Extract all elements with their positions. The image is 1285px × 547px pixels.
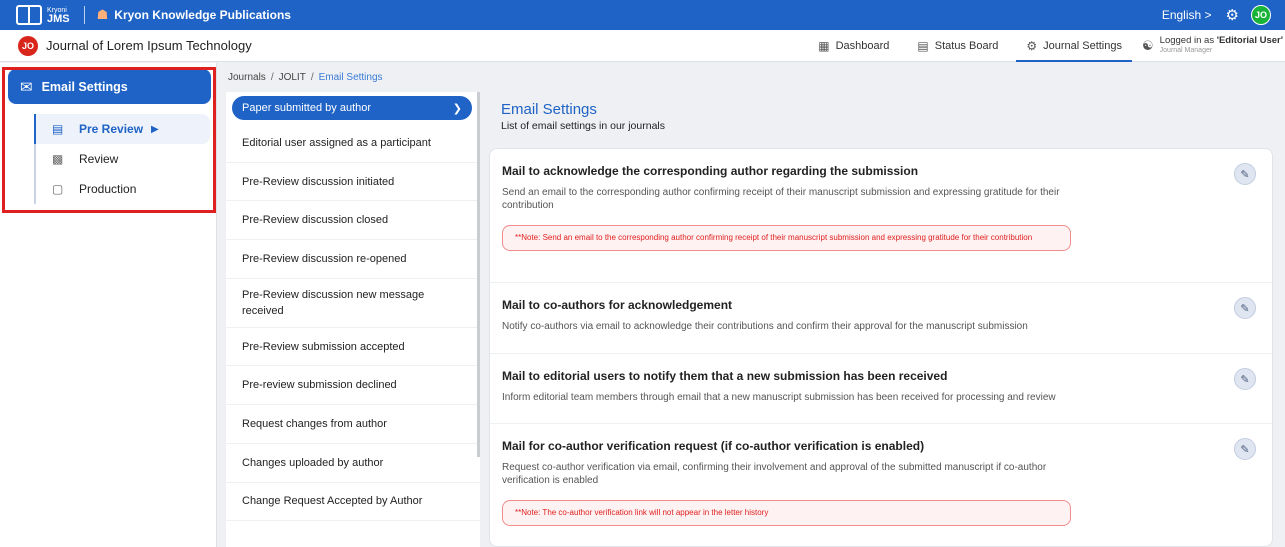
email-card: Mail to acknowledge the corresponding au… — [490, 149, 1272, 283]
top-bar: Kryoni JMS ☗ Kryon Knowledge Publication… — [0, 0, 1285, 30]
email-card: Mail to co-authors for acknowledgement N… — [490, 283, 1272, 354]
email-card: Mail to editorial users to notify them t… — [490, 354, 1272, 424]
edit-pencil-icon[interactable]: ✎ — [1234, 163, 1256, 185]
list-item[interactable]: Pre-Review discussion new message receiv… — [226, 279, 480, 328]
edit-pencil-icon[interactable]: ✎ — [1234, 297, 1256, 319]
breadcrumb-separator: / — [310, 72, 314, 83]
highlight-annotation — [2, 67, 216, 213]
email-card-description: Send an email to the corresponding autho… — [502, 187, 1060, 211]
logged-in-subrole: Journal Manager — [1159, 47, 1213, 54]
list-item[interactable]: Request changes from author — [226, 405, 480, 444]
logged-in-prefix: Logged in as — [1159, 35, 1217, 46]
edit-pencil-icon[interactable]: ✎ — [1234, 438, 1256, 460]
nav-journal-settings-label: Journal Settings — [1043, 40, 1122, 52]
edit-pencil-icon[interactable]: ✎ — [1234, 368, 1256, 390]
journal-badge: JO — [18, 35, 38, 56]
book-logo-icon — [16, 5, 42, 25]
list-item[interactable]: Pre-Review discussion re-opened — [226, 240, 480, 279]
logo-main-text: JMS — [47, 13, 70, 25]
list-item[interactable]: Changes uploaded by author — [226, 444, 480, 483]
email-card-note: **Note: Send an email to the correspondi… — [502, 225, 1071, 251]
list-item[interactable]: Pre-review submission declined — [226, 366, 480, 406]
list-item[interactable]: Pre-Review submission accepted — [226, 328, 480, 367]
email-settings-panel: Mail to acknowledge the corresponding au… — [489, 148, 1273, 547]
home-icon[interactable]: ☗ — [97, 7, 109, 23]
nav-status-board-label: Status Board — [934, 40, 999, 52]
nav-status-board[interactable]: ▤ Status Board — [903, 30, 1012, 62]
users-icon: ☯ — [1142, 38, 1154, 53]
journal-bar: JO Journal of Lorem Ipsum Technology ▦ D… — [0, 30, 1285, 62]
nav-dashboard[interactable]: ▦ Dashboard — [804, 30, 903, 62]
breadcrumb-separator: / — [270, 72, 274, 83]
settings-gear-icon[interactable]: ⚙ — [1226, 6, 1239, 24]
breadcrumb-journals[interactable]: Journals — [228, 72, 266, 83]
language-chevron-icon: > — [1204, 8, 1212, 22]
publication-name[interactable]: Kryon Knowledge Publications — [114, 8, 291, 22]
email-card-note: **Note: The co-author verification link … — [502, 500, 1071, 526]
email-card-title: Mail to co-authors for acknowledgement — [502, 298, 733, 312]
list-item[interactable]: Editorial user assigned as a participant — [226, 124, 480, 163]
event-list: Paper submitted by author ❯ Editorial us… — [226, 92, 480, 547]
breadcrumb-jolit[interactable]: JOLIT — [279, 72, 306, 83]
panel-header: Email Settings List of email settings in… — [501, 101, 665, 132]
grid-icon: ▦ — [818, 39, 830, 53]
user-avatar[interactable]: JO — [1251, 5, 1271, 25]
language-label: English — [1161, 8, 1202, 22]
sidebar: ✉ Email Settings ▤ Pre Review ▶ ▩ Review… — [0, 63, 217, 547]
list-item[interactable]: Pre-Review discussion initiated — [226, 163, 480, 202]
journal-title: Journal of Lorem Ipsum Technology — [46, 38, 252, 53]
breadcrumb: Journals / JOLIT / Email Settings — [228, 72, 383, 83]
logged-in-role: 'Editorial User' — [1216, 35, 1283, 46]
list-item[interactable]: Change Request Accepted by Author — [226, 483, 480, 522]
email-card-title: Mail to acknowledge the corresponding au… — [502, 164, 919, 178]
email-card-description: Request co-author verification via email… — [502, 462, 1047, 486]
email-card-title: Mail for co-author verification request … — [502, 439, 925, 453]
nav-dashboard-label: Dashboard — [835, 40, 890, 52]
panel-subtitle: List of email settings in our journals — [501, 120, 665, 132]
email-card-title: Mail to editorial users to notify them t… — [502, 369, 948, 383]
event-list-scrollbar[interactable] — [477, 92, 480, 457]
event-item-paper-submitted[interactable]: Paper submitted by author ❯ — [232, 96, 472, 120]
email-card: Mail for co-author verification request … — [490, 424, 1272, 542]
nav-journal-settings[interactable]: ⚙ Journal Settings — [1012, 30, 1136, 62]
breadcrumb-current: Email Settings — [318, 72, 383, 83]
email-card-description: Inform editorial team members through em… — [502, 392, 1056, 403]
list-item[interactable]: Pre-Review discussion closed — [226, 201, 480, 241]
panel-title: Email Settings — [501, 101, 597, 118]
settings-icon: ⚙ — [1026, 39, 1038, 53]
board-icon: ▤ — [917, 39, 929, 53]
app-logo[interactable]: Kryoni JMS — [16, 0, 70, 30]
top-divider — [83, 6, 85, 24]
chevron-right-icon: ❯ — [452, 102, 462, 115]
event-item-label: Paper submitted by author — [242, 102, 372, 114]
logged-in-user[interactable]: ☯ Logged in as 'Editorial User' Journal … — [1136, 36, 1285, 56]
email-card-description: Notify co-authors via email to acknowled… — [502, 321, 1028, 332]
language-selector[interactable]: English > — [1162, 8, 1212, 22]
